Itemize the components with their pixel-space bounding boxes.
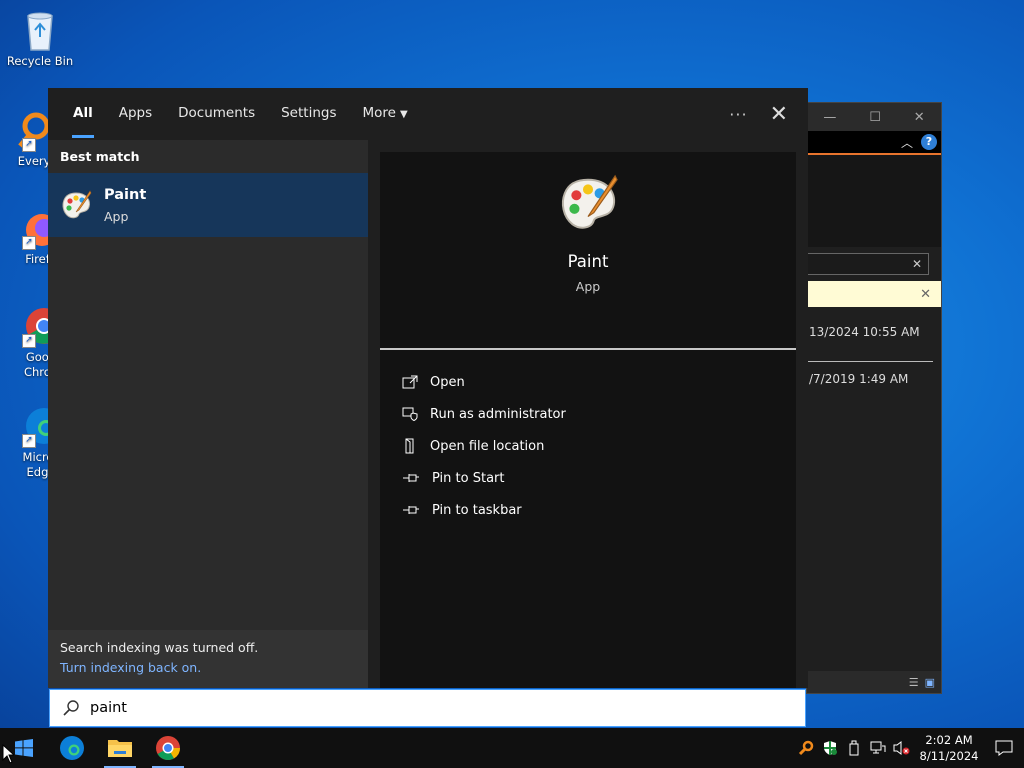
file-location-icon [405,438,414,454]
result-item-paint[interactable]: Paint App [48,173,368,237]
desktop-icon-label: Recycle Bin [6,54,74,68]
indexing-notice-text: Search indexing was turned off. [60,640,259,655]
action-list: Open Run as administrator Open file loca… [380,350,796,526]
minimize-icon[interactable]: — [823,110,836,125]
tab-label: Apps [118,105,153,121]
result-name: Paint [104,186,147,203]
everything-icon: ➚ [8,108,52,152]
chrome-icon [156,736,180,761]
system-tray: 2:02 AM 8/11/2024 [794,728,1024,768]
navigation-area [807,155,941,247]
ribbon-bar: ︿ ? [807,131,941,155]
shortcut-arrow-icon: ➚ [22,334,36,348]
edge-icon [60,736,84,760]
action-label: Open file location [430,438,545,454]
open-icon [402,375,418,389]
clock-date: 8/11/2024 [919,749,979,763]
tab-label: All [73,105,93,121]
results-pane: Best match Paint App Search indexing was… [48,140,368,688]
close-icon[interactable]: ✕ [770,102,788,127]
action-label: Open [430,374,465,390]
security-shield-icon[interactable] [818,728,842,768]
tab-all[interactable]: All [60,88,106,140]
action-run-as-administrator[interactable]: Run as administrator [380,398,796,430]
panel-actions: ··· ✕ [729,88,788,140]
tab-label: More [362,105,396,121]
background-explorer-window[interactable]: — ☐ ✕ ︿ ? ✕ ✕ 13/2024 10:55 AM /7/2019 1… [806,102,942,694]
taskbar-clock[interactable]: 2:02 AM 8/11/2024 [914,732,984,764]
file-date: 13/2024 10:55 AM [809,325,920,339]
action-label: Run as administrator [430,406,566,422]
desktop-icon-recycle-bin[interactable]: Recycle Bin [0,8,80,69]
recycle-bin-icon [18,8,62,52]
help-icon[interactable]: ? [921,134,937,150]
search-tabs: All Apps Documents Settings More ▼ ··· ✕ [48,88,808,140]
taskbar-edge[interactable] [48,728,96,768]
paint-icon [557,172,619,234]
action-open-file-location[interactable]: Open file location [380,430,796,462]
action-open[interactable]: Open [380,366,796,398]
clock-time: 2:02 AM [925,733,973,747]
divider [807,361,933,362]
everything-tray-icon[interactable] [794,728,818,768]
paint-icon [60,189,92,221]
volume-muted-icon[interactable] [890,728,914,768]
preview-pane: Paint App Open Run as administrator Open… [380,152,796,688]
close-icon[interactable]: ✕ [920,287,931,302]
tab-documents[interactable]: Documents [165,88,268,140]
action-label: Pin to Start [432,470,505,486]
turn-indexing-on-link[interactable]: Turn indexing back on. [60,660,356,675]
tab-settings[interactable]: Settings [268,88,349,140]
chevron-up-icon[interactable]: ︿ [901,134,913,151]
action-pin-to-start[interactable]: Pin to Start [380,462,796,494]
preview-app-name: Paint [567,252,609,271]
taskbar: 2:02 AM 8/11/2024 [0,728,1024,768]
explorer-search-field[interactable]: ✕ [807,253,929,275]
app-preview: Paint App [380,172,796,350]
taskbar-search-box[interactable] [49,689,806,727]
more-options-icon[interactable]: ··· [729,105,747,124]
tab-apps[interactable]: Apps [106,88,165,140]
action-pin-to-taskbar[interactable]: Pin to taskbar [380,494,796,526]
shortcut-arrow-icon: ➚ [22,138,36,152]
file-date: /7/2019 1:49 AM [809,372,909,386]
action-label: Pin to taskbar [432,502,522,518]
status-bar: ☰ ▣ [807,671,941,693]
clear-icon[interactable]: ✕ [912,257,922,271]
taskbar-file-explorer[interactable] [96,728,144,768]
best-match-heading: Best match [60,149,140,164]
search-icon [63,700,79,716]
maximize-icon[interactable]: ☐ [869,110,881,125]
network-icon[interactable] [866,728,890,768]
tab-more[interactable]: More ▼ [349,88,420,140]
pin-icon [403,506,419,514]
result-type: App [104,208,129,224]
preview-app-type: App [575,279,601,294]
mouse-cursor-icon [2,744,14,764]
pin-icon [403,474,419,482]
search-panel: All Apps Documents Settings More ▼ ··· ✕ … [48,88,808,688]
windows-logo-icon [15,739,33,757]
window-titlebar: — ☐ ✕ [807,103,941,131]
large-icons-view-icon[interactable]: ▣ [925,676,935,689]
close-icon[interactable]: ✕ [914,110,925,125]
tab-label: Settings [281,105,337,121]
notification-center-button[interactable] [984,728,1024,768]
folder-icon [108,740,132,757]
notification-icon [995,740,1013,756]
shortcut-arrow-icon: ➚ [22,236,36,250]
details-view-icon[interactable]: ☰ [909,676,919,689]
shield-icon [402,407,418,421]
indexing-notice: Search indexing was turned off. Turn ind… [48,630,368,688]
caret-down-icon: ▼ [399,109,408,120]
tab-label: Documents [178,105,256,121]
usb-device-icon[interactable] [842,728,866,768]
taskbar-chrome[interactable] [144,728,192,768]
search-input[interactable] [88,699,692,717]
shortcut-arrow-icon: ➚ [22,434,36,448]
info-bar: ✕ [807,281,941,307]
